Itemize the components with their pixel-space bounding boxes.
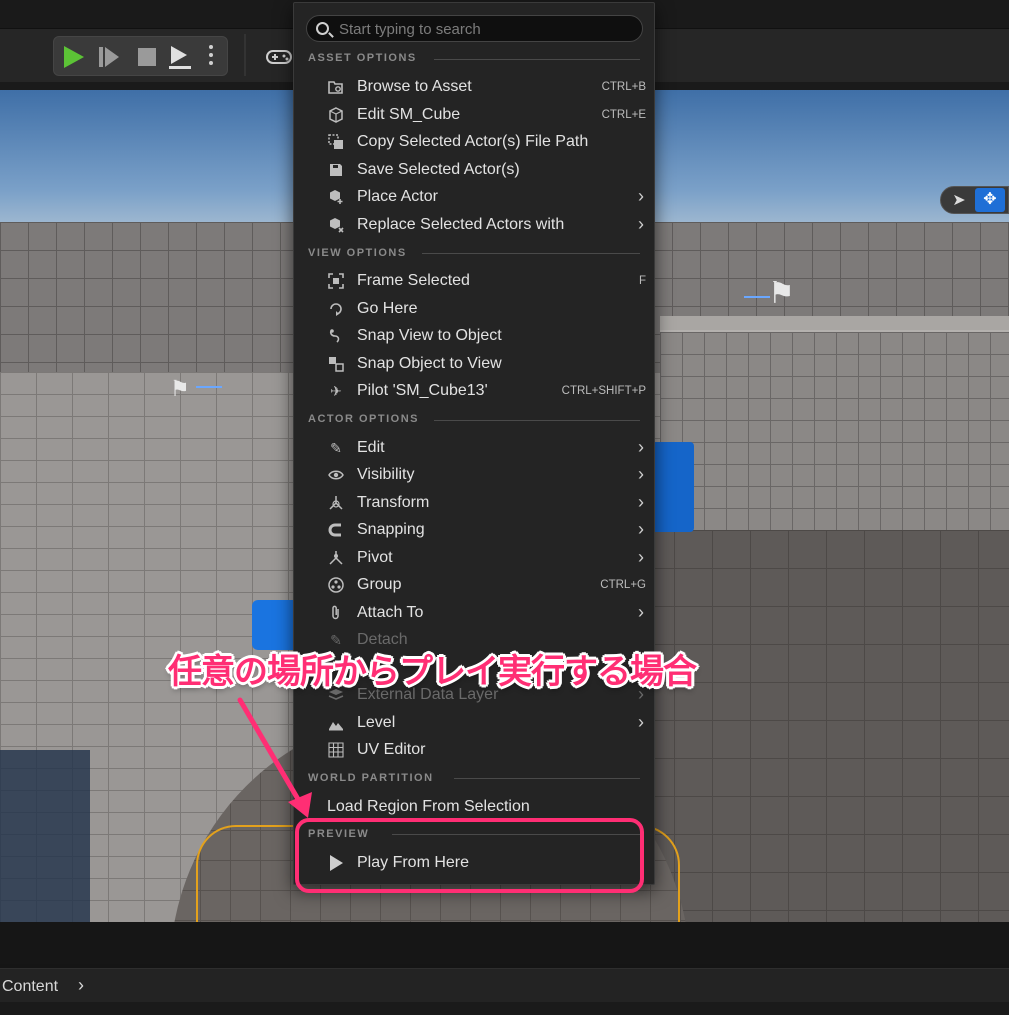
menu-item-level[interactable]: Level › [302,710,648,736]
annotation-arrow-icon [237,697,312,818]
go-here-icon [328,301,344,317]
chevron-right-icon: › [638,464,644,484]
menu-item-attach-to[interactable]: Attach To › [302,600,648,626]
paperclip-icon [328,605,344,621]
save-icon [328,162,344,178]
replace-actor-icon [328,217,344,233]
frame-icon [328,273,344,289]
menu-item-pivot[interactable]: Pivot › [302,545,648,571]
menu-item-edit-sm-cube[interactable]: Edit SM_Cube CTRL+E [302,102,648,128]
menu-item-copy-file-path[interactable]: Copy Selected Actor(s) File Path [302,129,648,155]
snap-view-icon [328,328,344,344]
bottom-gap [0,922,1009,964]
section-divider [434,420,640,421]
menu-item-replace-actors[interactable]: Replace Selected Actors with › [302,212,648,238]
stop-icon[interactable] [138,48,156,66]
menu-item-edit[interactable]: ✎ Edit › [302,435,648,461]
chevron-right-icon: › [638,712,644,732]
level-icon [328,715,344,731]
content-browser-bar: Content › [0,968,1009,1002]
pivot-icon [328,550,344,566]
annotation-caption: 任意の場所からプレイ実行する場合 [168,652,697,692]
menu-item-place-actor[interactable]: Place Actor › [302,184,648,210]
folder-search-icon [328,79,344,95]
gamepad-icon[interactable] [266,46,292,66]
actor-context-menu: ASSET OPTIONS Browse to Asset CTRL+B Edi… [293,2,655,885]
menu-item-go-here[interactable]: Go Here [302,296,648,322]
pencil-icon: ✎ [330,440,342,456]
move-icon[interactable]: ✥ [975,188,1005,212]
annotation-highlight-box [295,818,644,893]
search-icon [316,22,329,35]
menu-item-group[interactable]: Group CTRL+G [302,572,648,598]
snap-object-icon [328,356,344,372]
section-actor-options: ACTOR OPTIONS [308,413,419,425]
airplane-icon: ✈ [330,383,342,399]
menu-item-frame-selected[interactable]: Frame Selected F [302,268,648,294]
section-asset-options: ASSET OPTIONS [308,52,417,64]
player-start-icon[interactable]: ⚑ [768,276,795,311]
menu-item-transform[interactable]: Transform › [302,490,648,516]
menu-item-snap-view[interactable]: Snap View to Object [302,323,648,349]
menu-item-snapping[interactable]: Snapping › [302,517,648,543]
menu-search-input[interactable] [339,19,637,39]
menu-item-pilot[interactable]: ✈ Pilot 'SM_Cube13' CTRL+SHIFT+P [302,378,648,404]
transform-mode-toolbar: ➤ ✥ [940,186,1009,214]
chevron-right-icon: › [638,437,644,457]
uv-grid-icon [328,742,344,758]
shadow-area [0,750,90,922]
section-divider [434,59,640,60]
magnet-icon [328,522,344,538]
eject-icon[interactable] [169,46,193,70]
menu-item-visibility[interactable]: Visibility › [302,462,648,488]
chevron-right-icon: › [638,214,644,234]
play-icon[interactable] [64,46,84,68]
menu-item-snap-object[interactable]: Snap Object to View [302,351,648,377]
player-start-arrow [744,296,770,298]
chevron-right-icon[interactable]: › [78,975,84,996]
player-start-icon[interactable]: ⚑ [170,376,190,402]
menu-item-browse-to-asset[interactable]: Browse to Asset CTRL+B [302,74,648,100]
menu-search-box [306,15,643,42]
menu-item-load-region[interactable]: Load Region From Selection [302,794,648,820]
step-icon[interactable] [99,47,123,71]
chevron-right-icon: › [638,547,644,567]
play-controls [53,36,228,76]
player-start-arrow [196,386,222,388]
bottom-strip [0,1002,1009,1015]
chevron-right-icon: › [638,602,644,622]
chevron-right-icon: › [638,186,644,206]
pointer-icon[interactable]: ➤ [949,191,969,211]
eye-icon [328,467,344,483]
section-view-options: VIEW OPTIONS [308,247,407,259]
chevron-right-icon: › [638,519,644,539]
section-divider [454,778,640,779]
group-icon [328,577,344,593]
copy-path-icon [328,134,344,150]
menu-item-save-selected[interactable]: Save Selected Actor(s) [302,157,648,183]
cube-icon [328,107,344,123]
menu-item-uv-editor[interactable]: UV Editor [302,737,648,763]
transform-icon [328,495,344,511]
content-browser-tab[interactable]: Content [2,978,58,996]
toolbar-separator [244,34,246,76]
chevron-right-icon: › [638,492,644,512]
toolbar-left-edge [0,44,10,66]
section-divider [422,253,640,254]
place-actor-icon [328,189,344,205]
more-vertical-icon[interactable] [209,45,215,69]
